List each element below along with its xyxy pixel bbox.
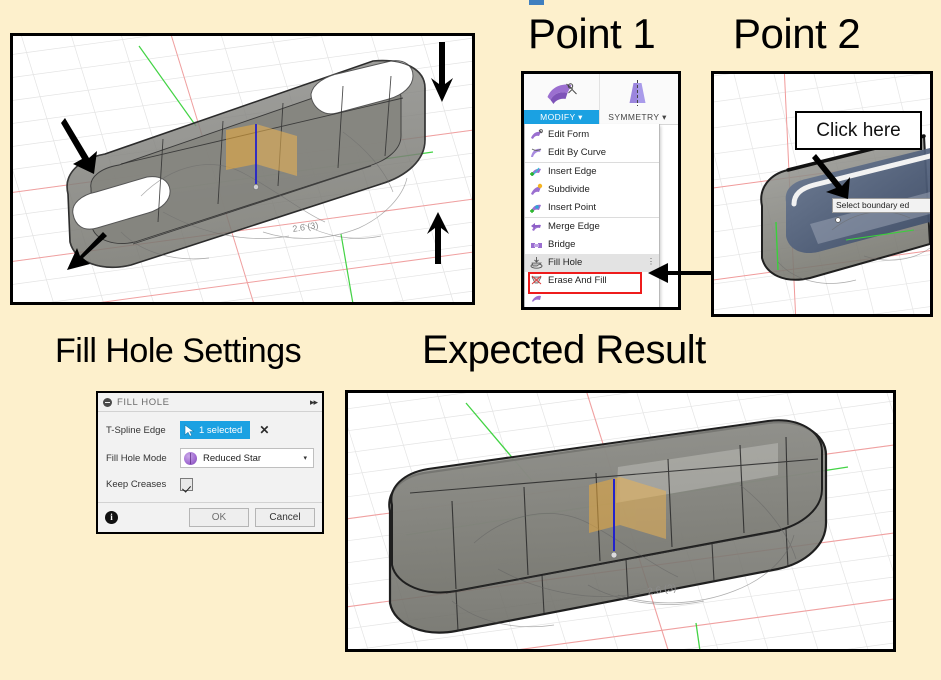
menu-item-edit-form[interactable]: Edit Form [525, 126, 659, 144]
row-tspline-edge: T-Spline Edge 1 selected ✕ [106, 418, 314, 442]
more-tools-icon [532, 295, 541, 302]
menu-item-bridge-label: Bridge [548, 239, 576, 251]
menu-item-subdivide-label: Subdivide [548, 184, 590, 196]
menu-item-merge-edge[interactable]: Merge Edge [525, 217, 659, 236]
ribbon-tab-modify[interactable]: MODIFY ▾ [524, 74, 599, 124]
edit-by-curve-icon [531, 148, 542, 157]
fill-hole-dialog-footer: i OK Cancel [98, 502, 322, 531]
page-title-point1: Point 1 [528, 10, 656, 57]
ribbon-tab-modify-label: MODIFY ▾ [524, 110, 599, 124]
collapse-icon[interactable] [103, 397, 112, 407]
keep-creases-label: Keep Creases [106, 478, 167, 490]
menu-item-bridge[interactable]: Bridge [525, 236, 659, 254]
expected-result-3d-scene: 2.6 (3) [348, 393, 893, 649]
tspline-edge-selection-button[interactable]: 1 selected [180, 421, 251, 439]
fill-hole-mode-dropdown[interactable]: Reduced Star ▾ [180, 448, 314, 468]
fill-hole-mode-label: Fill Hole Mode [106, 452, 167, 464]
page-title-expected-result: Expected Result [422, 328, 706, 372]
edit-form-icon [531, 129, 543, 139]
ok-button[interactable]: OK [189, 507, 249, 527]
page-title-point2: Point 2 [733, 10, 861, 57]
click-here-callout: Click here [795, 111, 922, 150]
menu-item-fill-hole[interactable]: Fill Hole ⋮ [525, 254, 659, 272]
insert-edge-icon [530, 167, 541, 176]
row-fill-hole-mode: Fill Hole Mode Reduced Star ▾ [106, 446, 314, 470]
point2-3d-scene [714, 74, 930, 314]
menu-item-edit-by-curve[interactable]: Edit By Curve [525, 144, 659, 162]
menu-item-insert-edge[interactable]: Insert Edge [525, 162, 659, 181]
menu-item-insert-point-label: Insert Point [548, 202, 597, 214]
subdivide-icon [531, 183, 543, 195]
slide-canvas: Point 1 Point 2 Fill Hole Settings Expec… [0, 0, 941, 680]
chevron-down-icon: ▾ [303, 455, 307, 462]
keep-creases-checkbox[interactable] [180, 477, 193, 491]
reduced-star-icon [184, 451, 197, 465]
menu-item-edit-by-curve-label: Edit By Curve [548, 147, 607, 159]
expand-panel-icon[interactable]: ▸▸ [310, 397, 318, 408]
menu-item-erase-and-fill-label: Erase And Fill [548, 275, 607, 287]
menu-overflow-dots: ⋮ [647, 257, 656, 266]
select-boundary-edge-tooltip: Select boundary ed [832, 198, 930, 213]
menu-item-insert-edge-label: Insert Edge [548, 166, 597, 178]
menu-item-erase-and-fill[interactable]: Erase And Fill [525, 272, 659, 290]
fill-hole-dialog: FILL HOLE ▸▸ T-Spline Edge 1 selected ✕ … [96, 391, 324, 534]
viewport-point2-select-edge: Select boundary ed [711, 71, 933, 317]
merge-edge-icon [531, 223, 541, 231]
cancel-button[interactable]: Cancel [255, 507, 315, 527]
cursor-arrow-icon [184, 423, 195, 437]
menu-item-insert-point[interactable]: Insert Point [525, 199, 659, 217]
viewport-point1-modify-menu: MODIFY ▾ SYMMETRY ▾ Edit Form Edit By Cu… [521, 71, 681, 310]
fill-hole-dialog-title: FILL HOLE [117, 396, 170, 408]
insert-point-icon [530, 204, 541, 213]
blue-marker [529, 0, 544, 5]
modify-dropdown-menu: Edit Form Edit By Curve Insert Edge Subd… [524, 124, 660, 307]
viewport-overview: 2.6 (3) [10, 33, 475, 305]
symmetry-icon [629, 80, 646, 106]
overview-3d-scene: 2.6 (3) [13, 36, 472, 302]
tspline-edge-value: 1 selected [199, 424, 243, 436]
fill-hole-icon [530, 257, 543, 269]
ribbon-toolbar: MODIFY ▾ SYMMETRY ▾ [524, 74, 678, 125]
fusion-ui-root: MODIFY ▾ SYMMETRY ▾ Edit Form Edit By Cu… [524, 74, 678, 307]
viewport-expected-result: 2.6 (3) [345, 390, 896, 652]
menu-item-subdivide[interactable]: Subdivide [525, 181, 659, 199]
tspline-edge-label: T-Spline Edge [106, 424, 166, 436]
menu-item-merge-edge-label: Merge Edge [548, 221, 600, 233]
page-title-fill-hole-settings: Fill Hole Settings [55, 332, 302, 370]
fill-hole-dialog-titlebar: FILL HOLE ▸▸ [98, 393, 322, 412]
menu-item-overflow[interactable] [525, 290, 659, 307]
ribbon-tab-symmetry-label: SYMMETRY ▾ [608, 112, 667, 122]
fill-hole-dialog-body: T-Spline Edge 1 selected ✕ Fill Hole Mod… [98, 412, 322, 502]
bridge-icon [531, 243, 542, 248]
clear-selection-icon[interactable]: ✕ [259, 423, 269, 437]
erase-and-fill-icon [531, 275, 542, 285]
menu-item-edit-form-label: Edit Form [548, 129, 590, 141]
fill-hole-mode-value: Reduced Star [203, 452, 262, 464]
modify-form-icon [547, 83, 577, 104]
ribbon-tab-symmetry[interactable]: SYMMETRY ▾ [599, 74, 675, 124]
row-keep-creases: Keep Creases [106, 474, 314, 494]
menu-item-fill-hole-label: Fill Hole [548, 257, 583, 269]
info-icon[interactable]: i [105, 510, 118, 524]
